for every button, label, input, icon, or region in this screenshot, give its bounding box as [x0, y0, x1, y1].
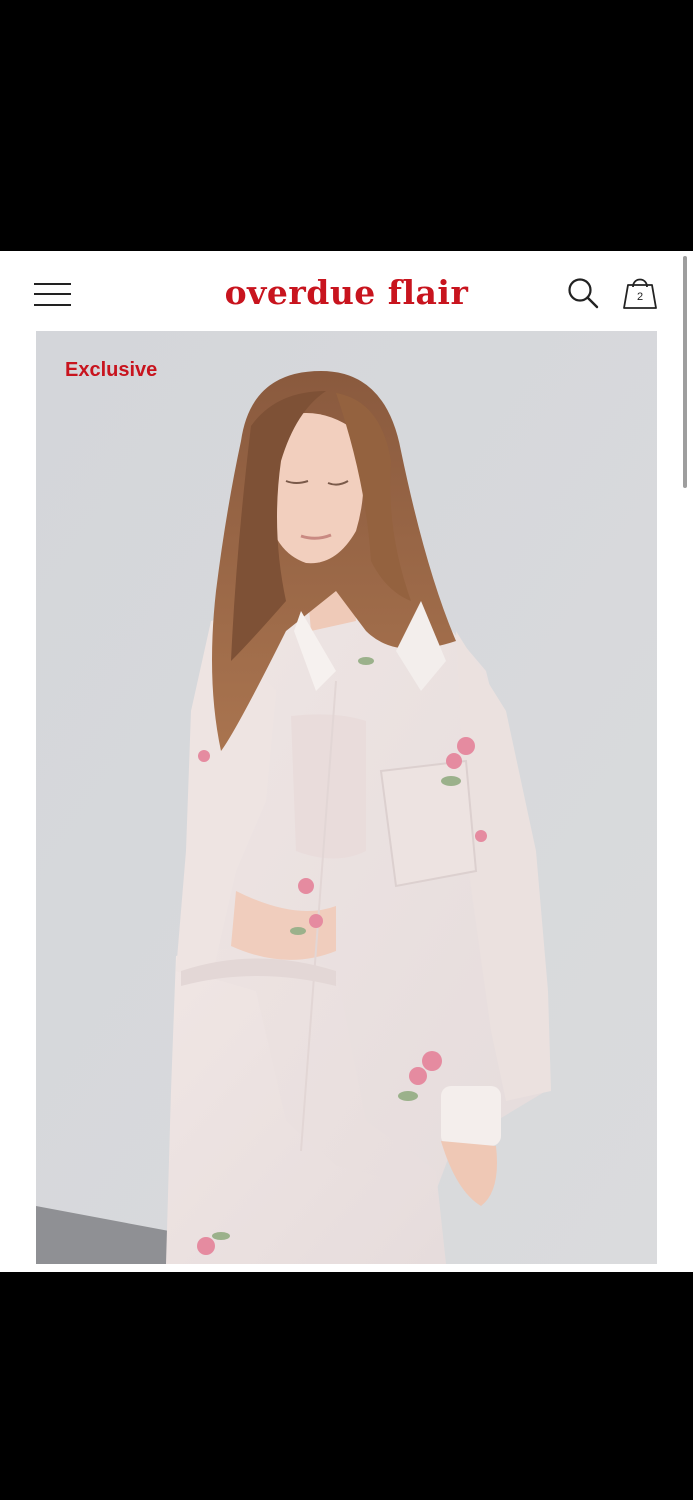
- search-icon: [568, 278, 599, 309]
- site-header: overdue flair 2: [0, 251, 693, 331]
- menu-icon-line: [34, 304, 71, 306]
- product-image[interactable]: Exclusive: [36, 331, 657, 1264]
- menu-icon-line: [34, 283, 71, 285]
- status-area-top: [0, 0, 693, 251]
- scrollbar[interactable]: [683, 256, 687, 488]
- menu-button[interactable]: [34, 281, 72, 309]
- page: overdue flair 2 Exclusive: [0, 251, 693, 1272]
- model-photo: [36, 331, 657, 1264]
- status-area-bottom: [0, 1272, 693, 1500]
- cart-button[interactable]: 2: [622, 273, 658, 311]
- search-button[interactable]: [566, 276, 600, 310]
- exclusive-badge: Exclusive: [65, 359, 158, 381]
- brand-logo[interactable]: overdue flair: [160, 271, 533, 315]
- menu-icon-line: [34, 293, 71, 295]
- cart-count-badge: 2: [636, 291, 644, 303]
